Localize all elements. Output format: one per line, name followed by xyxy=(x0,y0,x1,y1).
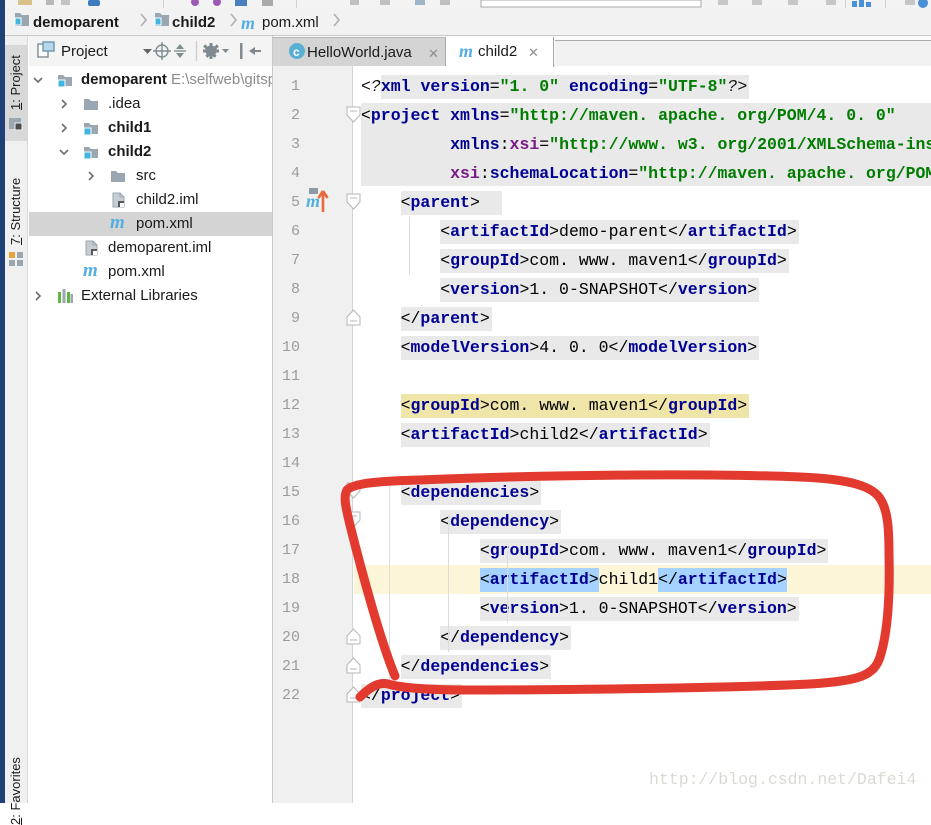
svg-text:m: m xyxy=(241,13,255,33)
svg-text:m: m xyxy=(306,191,320,211)
svg-text:c: c xyxy=(293,45,300,59)
svg-text:m: m xyxy=(459,41,473,61)
svg-text:Project: Project xyxy=(61,43,109,60)
